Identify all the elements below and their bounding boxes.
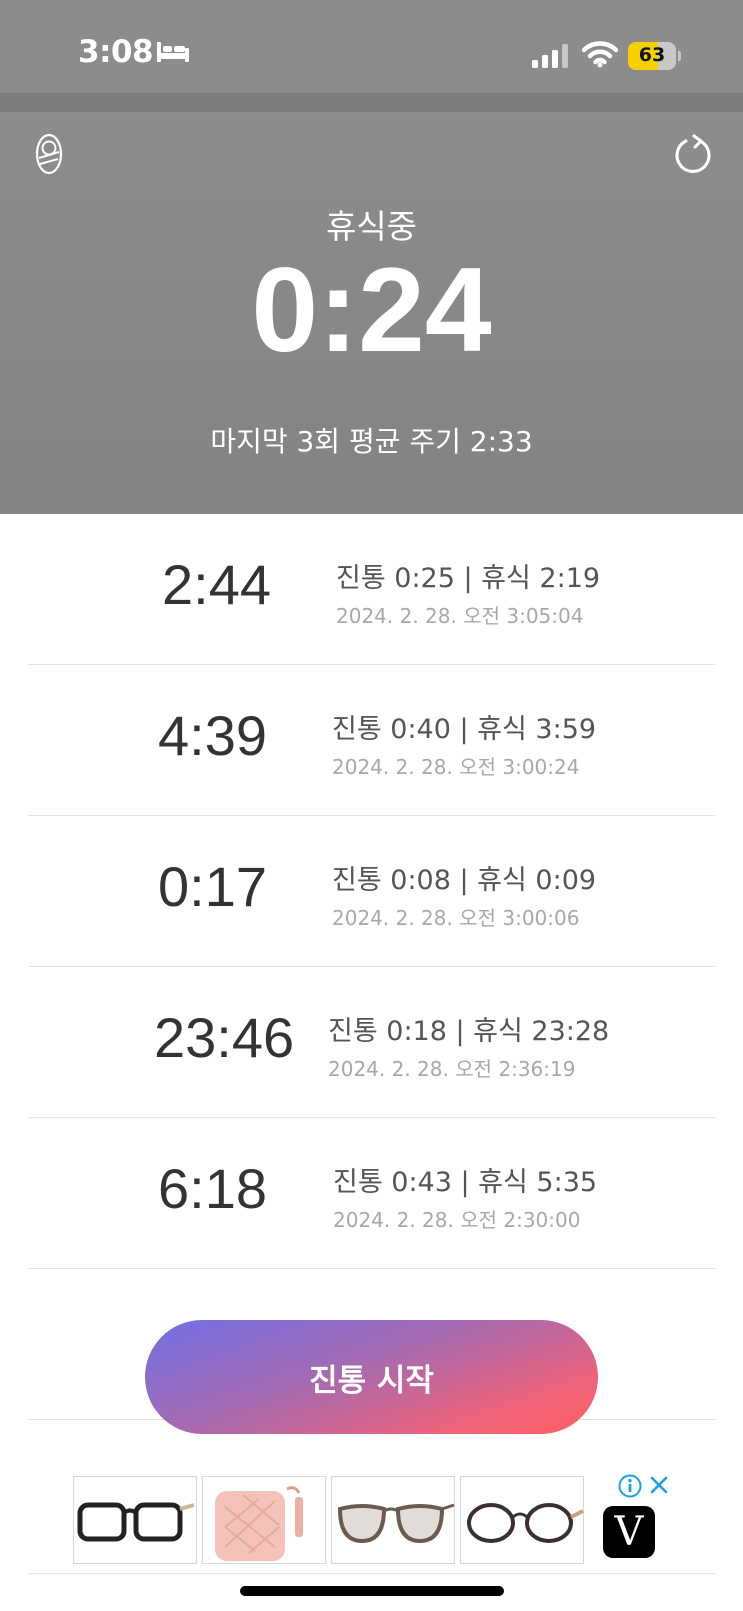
row-timestamp: 2024. 2. 28. 오전 3:00:24 xyxy=(332,755,580,779)
average-interval-text: 마지막 3회 평균 주기 2:33 xyxy=(210,425,533,458)
row-total-time: 0:17 xyxy=(158,855,267,918)
ad-product-glasses[interactable] xyxy=(73,1476,197,1564)
elapsed-timer: 0:24 xyxy=(251,243,492,377)
row-summary: 진통 0:43 | 휴식 5:35 xyxy=(333,1167,598,1198)
glasses-icon xyxy=(77,1502,195,1542)
battery-level: 63 xyxy=(638,44,666,66)
row-timestamp: 2024. 2. 28. 오전 3:05:04 xyxy=(336,604,584,628)
ad-info-icon[interactable] xyxy=(618,1474,642,1498)
status-bar: 3:08 63 xyxy=(0,0,743,93)
rest-status-label: 휴식중 xyxy=(325,207,418,246)
battery-body: 63 xyxy=(628,42,676,70)
ad-brand-logo[interactable]: V xyxy=(603,1506,655,1558)
contraction-row[interactable]: 2:44 진통 0:25 | 휴식 2:19 2024. 2. 28. 오전 3… xyxy=(28,514,715,665)
glasses-icon xyxy=(467,1503,584,1543)
ad-product-glasses[interactable] xyxy=(460,1476,584,1564)
wifi-icon xyxy=(582,41,618,68)
header-strip xyxy=(0,93,743,112)
row-total-time: 2:44 xyxy=(162,553,271,616)
divider xyxy=(28,1573,715,1574)
row-summary: 진통 0:18 | 휴식 23:28 xyxy=(328,1016,610,1047)
row-total-time: 4:39 xyxy=(158,704,267,767)
row-total-time: 23:46 xyxy=(154,1006,295,1069)
bed-icon xyxy=(157,42,189,62)
status-time: 3:08 xyxy=(78,34,154,70)
ad-close-icon[interactable] xyxy=(648,1474,670,1496)
ad-product-case[interactable] xyxy=(202,1476,326,1564)
glasses-icon xyxy=(337,1503,455,1544)
contraction-row[interactable]: 0:17 진통 0:08 | 휴식 0:09 2024. 2. 28. 오전 3… xyxy=(28,816,715,967)
row-summary: 진통 0:40 | 휴식 3:59 xyxy=(332,714,597,745)
ad-banner[interactable]: V xyxy=(0,1466,743,1576)
ad-product-glasses[interactable] xyxy=(331,1476,455,1564)
home-indicator[interactable] xyxy=(240,1586,504,1596)
contraction-row[interactable]: 23:46 진통 0:18 | 휴식 23:28 2024. 2. 28. 오전… xyxy=(28,967,715,1118)
contraction-list: 2:44 진통 0:25 | 휴식 2:19 2024. 2. 28. 오전 3… xyxy=(0,514,743,1420)
jewelry-case-icon xyxy=(215,1486,303,1561)
baby-icon[interactable] xyxy=(34,132,64,176)
contraction-row[interactable]: 4:39 진통 0:40 | 휴식 3:59 2024. 2. 28. 오전 3… xyxy=(28,665,715,816)
timer-header: 휴식중 0:24 마지막 3회 평균 주기 2:33 xyxy=(0,112,743,514)
start-contraction-button[interactable]: 진통 시작 xyxy=(145,1320,598,1434)
contraction-row[interactable]: 6:18 진통 0:43 | 휴식 5:35 2024. 2. 28. 오전 2… xyxy=(28,1118,715,1269)
row-total-time: 6:18 xyxy=(158,1157,267,1220)
row-timestamp: 2024. 2. 28. 오전 2:36:19 xyxy=(328,1057,576,1081)
row-summary: 진통 0:08 | 휴식 0:09 xyxy=(332,865,597,896)
battery-tip xyxy=(678,51,681,61)
signal-icon xyxy=(532,44,568,68)
battery-icon: 63 xyxy=(628,42,681,70)
row-timestamp: 2024. 2. 28. 오전 2:30:00 xyxy=(333,1208,581,1232)
row-summary: 진통 0:25 | 휴식 2:19 xyxy=(336,563,601,594)
row-timestamp: 2024. 2. 28. 오전 3:00:06 xyxy=(332,906,580,930)
reset-icon[interactable] xyxy=(674,134,714,174)
